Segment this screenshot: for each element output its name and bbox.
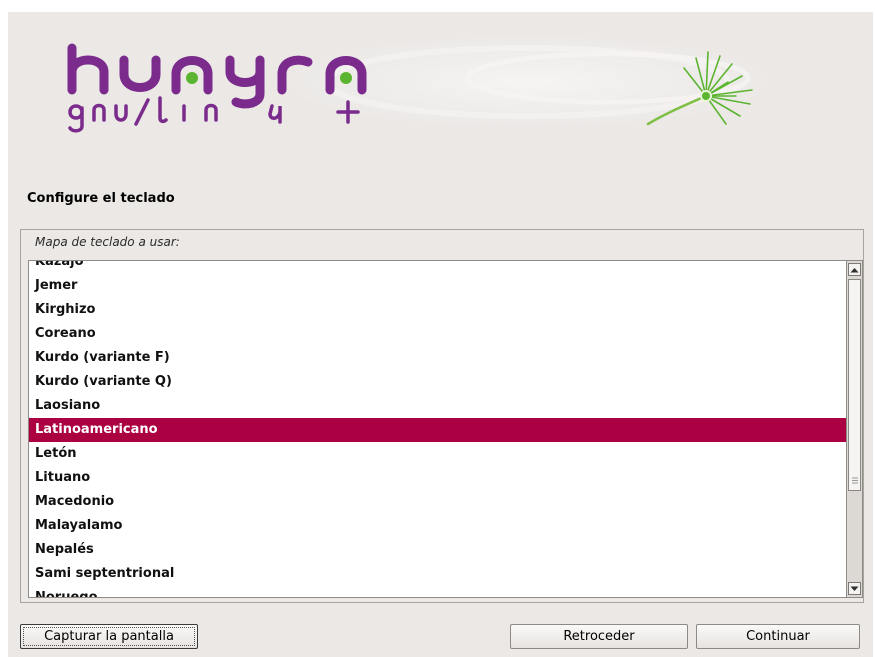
keymap-option[interactable]: Lituano — [29, 466, 846, 490]
page-title: Configure el teclado — [27, 191, 175, 206]
keymap-list-items: Kazajo Jemer Kirghizo Coreano Kurdo (variant… — [29, 261, 846, 597]
keymap-option[interactable]: Kurdo (variante Q) — [29, 370, 846, 394]
keymap-option[interactable]: Jemer — [29, 274, 846, 298]
scroll-thumb[interactable] — [848, 279, 861, 491]
keymap-scrollbar[interactable] — [847, 260, 863, 598]
installer-window: Configure el teclado Mapa de teclado a u… — [0, 0, 875, 657]
keymap-option[interactable]: Latinoamericano — [29, 418, 846, 442]
keymap-option[interactable]: Kazajo — [29, 261, 846, 274]
chevron-up-icon — [850, 267, 859, 272]
back-button[interactable]: Retroceder — [510, 624, 688, 649]
huayra-banner — [67, 34, 778, 133]
screenshot-button[interactable]: Capturar la pantalla — [20, 624, 198, 649]
keymap-option[interactable]: Letón — [29, 442, 846, 466]
keymap-option[interactable]: Sami septentrional — [29, 562, 846, 586]
keymap-option[interactable]: Laosiano — [29, 394, 846, 418]
keymap-option[interactable]: Malayalamo — [29, 514, 846, 538]
chevron-down-icon — [850, 586, 859, 591]
scroll-up-button[interactable] — [848, 263, 861, 276]
grip-icon — [852, 477, 858, 484]
keymap-option[interactable]: Kurdo (variante F) — [29, 346, 846, 370]
continue-button[interactable]: Continuar — [696, 624, 860, 649]
keymap-list[interactable]: Kazajo Jemer Kirghizo Coreano Kurdo (variant… — [28, 260, 847, 598]
keymap-option[interactable]: Coreano — [29, 322, 846, 346]
scroll-down-button[interactable] — [848, 582, 861, 595]
logo-dot-icon — [340, 72, 352, 84]
keymap-option[interactable]: Noruego — [29, 586, 846, 597]
keymap-option[interactable]: Macedonio — [29, 490, 846, 514]
logo-dot-icon — [186, 72, 198, 84]
keymap-label: Mapa de teclado a usar: — [35, 235, 180, 249]
keymap-option[interactable]: Nepalés — [29, 538, 846, 562]
keymap-option[interactable]: Kirghizo — [29, 298, 846, 322]
